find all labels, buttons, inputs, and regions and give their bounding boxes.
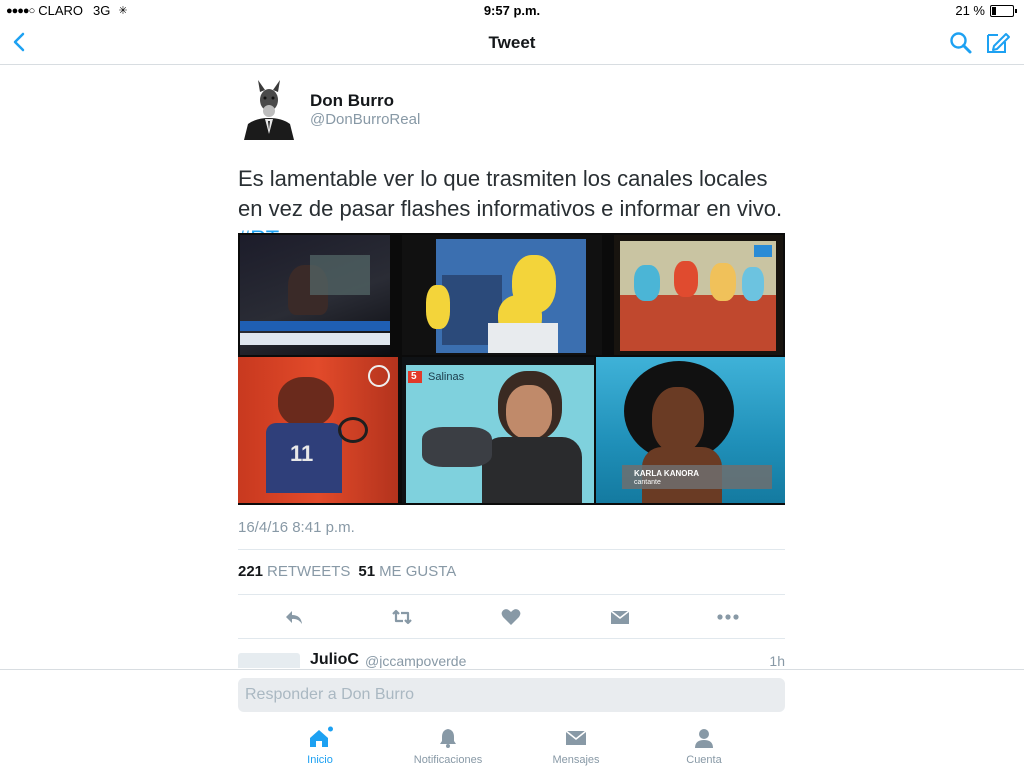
- divider: [238, 594, 785, 595]
- nav-title: Tweet: [488, 33, 536, 52]
- status-bar: ●●●●○ CLARO 3G ✳ 9:57 p.m. 21 %: [0, 0, 1024, 22]
- retweet-label[interactable]: RETWEETS: [267, 563, 350, 580]
- media-caption-salinas: Salinas: [428, 371, 465, 383]
- bottom-bar: Inicio Notificaciones Mensajes Cuenta: [0, 669, 1024, 769]
- status-right: 21 %: [955, 3, 1017, 18]
- donkey-avatar-image: [238, 78, 300, 140]
- status-time: 9:57 p.m.: [483, 3, 541, 18]
- divider: [238, 638, 785, 639]
- reply-author-handle[interactable]: @jccampoverde: [365, 653, 466, 668]
- compose-icon[interactable]: [984, 28, 1012, 56]
- media-caption-role: cantante: [634, 479, 661, 486]
- reply-author-name[interactable]: JulioC: [310, 651, 359, 668]
- reply-input[interactable]: [238, 678, 785, 712]
- tv-panel-cartoon-family: [402, 235, 602, 355]
- tv-panel-cartoon-class: [614, 235, 783, 355]
- battery-icon: [990, 4, 1017, 17]
- channel-number: 5: [411, 371, 417, 382]
- tab-notifications[interactable]: Notificaciones: [398, 726, 498, 766]
- author-name[interactable]: Don Burro: [310, 91, 394, 111]
- tv-panel-news: [240, 235, 390, 355]
- divider: [238, 549, 785, 550]
- like-count[interactable]: 51: [358, 563, 375, 580]
- tab-messages[interactable]: Mensajes: [526, 726, 626, 766]
- like-icon[interactable]: [499, 605, 523, 629]
- tv-panel-singer: KARLA KANORA cantante: [596, 357, 785, 503]
- reply-icon[interactable]: [282, 605, 306, 629]
- media-caption-name: KARLA KANORA: [634, 469, 700, 478]
- avatar[interactable]: [238, 78, 300, 140]
- tv-panel-salinas: 5 Salinas: [402, 357, 594, 503]
- envelope-icon: [565, 730, 587, 745]
- tab-label: Cuenta: [686, 754, 722, 766]
- tweet-media-image[interactable]: 11 5 Salinas KARLA KANORA cantante: [238, 233, 785, 505]
- tab-account[interactable]: Cuenta: [654, 726, 754, 766]
- tweet-actions: [238, 602, 785, 632]
- more-icon[interactable]: [716, 605, 740, 629]
- reply-preview[interactable]: JulioC @jccampoverde 1h: [238, 650, 785, 668]
- retweet-icon[interactable]: [390, 605, 414, 629]
- nav-bar: Tweet: [0, 22, 1024, 65]
- person-icon: [695, 729, 713, 748]
- author-handle[interactable]: @DonBurroReal: [310, 111, 420, 128]
- tweet-body: Es lamentable ver lo que trasmiten los c…: [238, 166, 783, 221]
- tab-home[interactable]: Inicio: [270, 726, 370, 766]
- jersey-number: 11: [290, 441, 314, 466]
- tweet-timestamp: 16/4/16 8:41 p.m.: [238, 519, 355, 536]
- tab-label: Mensajes: [552, 754, 600, 766]
- avatar[interactable]: [238, 653, 300, 668]
- tweet-stats: 221 RETWEETS 51 ME GUSTA: [238, 563, 464, 580]
- battery-percent: 21 %: [955, 3, 985, 18]
- tab-label: Notificaciones: [413, 754, 483, 766]
- home-icon: [310, 726, 333, 747]
- reply-time: 1h: [769, 653, 785, 668]
- search-icon[interactable]: [948, 30, 974, 56]
- tab-label: Inicio: [307, 754, 333, 766]
- like-label[interactable]: ME GUSTA: [379, 563, 456, 580]
- retweet-count[interactable]: 221: [238, 563, 263, 580]
- bell-icon: [440, 729, 456, 748]
- tv-panel-child: 11: [238, 357, 398, 503]
- message-icon[interactable]: [608, 605, 632, 629]
